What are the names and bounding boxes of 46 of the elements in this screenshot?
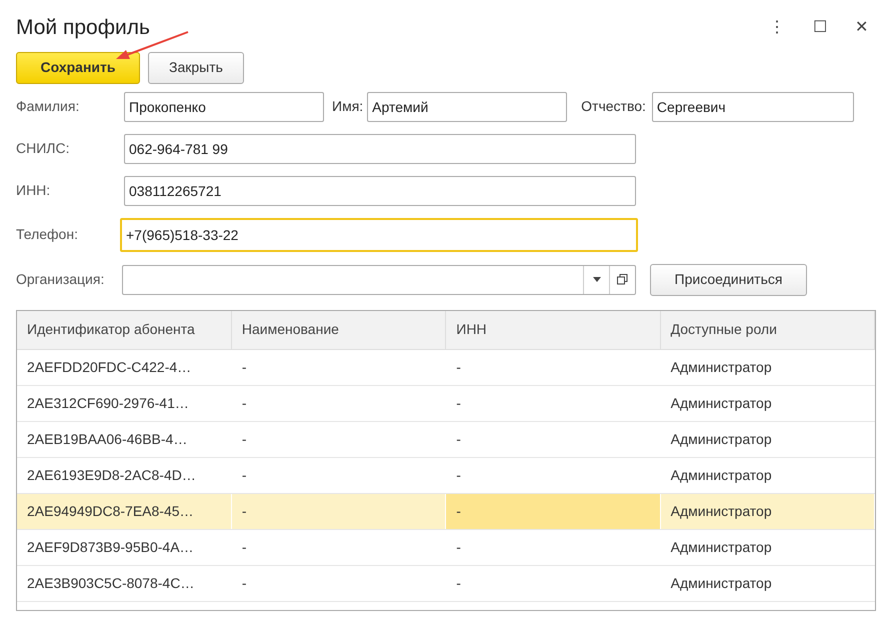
table-cell: Администратор: [660, 350, 874, 386]
table-cell: -: [231, 350, 446, 386]
table-cell: -: [446, 386, 660, 422]
input-field[interactable]: Артемий: [367, 92, 568, 122]
column-header[interactable]: Идентификатор абонента: [17, 310, 232, 350]
column-header[interactable]: Доступные роли: [660, 310, 874, 350]
table-cell: 2AE312CF690-2976-41…: [17, 386, 232, 422]
table-cell: -: [231, 566, 446, 602]
dropdown-field[interactable]: [122, 264, 636, 294]
table-cell: Администратор: [660, 530, 874, 566]
field-label: Телефон:: [16, 225, 79, 244]
input-field[interactable]: +7(965)518-33-22: [120, 218, 638, 252]
input-field[interactable]: Сергеевич: [652, 92, 854, 122]
field-label: СНИЛС:: [16, 139, 70, 158]
table-cell: Администратор: [660, 494, 874, 530]
table-cell: -: [446, 422, 660, 458]
field-label: ИНН:: [16, 181, 52, 200]
table-cell: -: [446, 350, 660, 386]
field-label: Организация:: [16, 270, 106, 289]
window-title: Мой профиль: [16, 15, 150, 41]
table-cell: 2AEFDD20FDC-C422-4…: [17, 350, 232, 386]
table-cell: -: [446, 494, 660, 530]
table-cell: -: [231, 386, 446, 422]
table-cell: 2AE94949DC8-7EA8-45…: [17, 494, 232, 530]
table-cell: -: [446, 530, 660, 566]
table-cell: -: [231, 494, 446, 530]
table-cell: 2AE3B903C5C-8078-4C…: [17, 566, 232, 602]
input-field[interactable]: Прокопенко: [124, 92, 324, 122]
input-field[interactable]: 062-964-781 99: [124, 134, 636, 164]
table-cell: -: [446, 566, 660, 602]
close-form-button[interactable]: Закрыть: [148, 52, 244, 84]
table-cell: -: [231, 422, 446, 458]
field-label: Имя:: [332, 97, 364, 116]
table-cell: 2AEF9D873B9-95B0-4A…: [17, 530, 232, 566]
table-cell: -: [231, 530, 446, 566]
table-cell: Администратор: [660, 386, 874, 422]
table-cell: 2AEB19BAA06-46BB-4…: [17, 422, 232, 458]
save-button[interactable]: Сохранить: [16, 52, 140, 84]
table-cell: Администратор: [660, 566, 874, 602]
field-label: Отчество:: [581, 97, 646, 116]
input-field[interactable]: 038112265721: [124, 176, 636, 206]
field-label: Фамилия:: [16, 97, 80, 116]
table-cell: Администратор: [660, 422, 874, 458]
join-button[interactable]: Присоединиться: [650, 264, 807, 296]
column-header[interactable]: Наименование: [231, 310, 446, 350]
column-header[interactable]: ИНН: [446, 310, 660, 350]
